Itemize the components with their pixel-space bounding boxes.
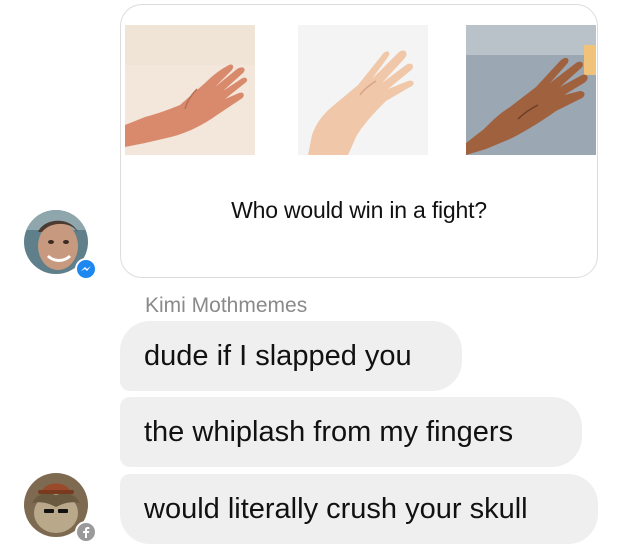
shared-image-card[interactable]: Who would win in a fight? <box>120 4 598 278</box>
hand-photo-3[interactable] <box>466 25 596 155</box>
hand-photo-1[interactable] <box>125 25 255 155</box>
hand-photo-2[interactable] <box>298 25 428 155</box>
messenger-badge <box>75 258 97 280</box>
facebook-badge-icon <box>83 527 90 538</box>
hand-photo-icon <box>125 25 255 155</box>
message-text: would literally crush your skull <box>144 492 528 525</box>
message-text: dude if I slapped you <box>144 339 412 372</box>
sender-name: Kimi Mothmemes <box>145 294 308 317</box>
message-bubble[interactable]: dude if I slapped you <box>120 321 462 391</box>
message-bubble[interactable]: would literally crush your skull <box>120 474 598 544</box>
facebook-badge <box>75 521 97 543</box>
hand-photo-icon <box>466 25 596 155</box>
messenger-badge-icon <box>81 266 91 271</box>
card-caption: Who would win in a fight? <box>231 197 487 223</box>
hand-photo-icon <box>298 25 428 155</box>
message-text: the whiplash from my fingers <box>144 415 514 448</box>
message-bubble[interactable]: the whiplash from my fingers <box>120 397 582 467</box>
